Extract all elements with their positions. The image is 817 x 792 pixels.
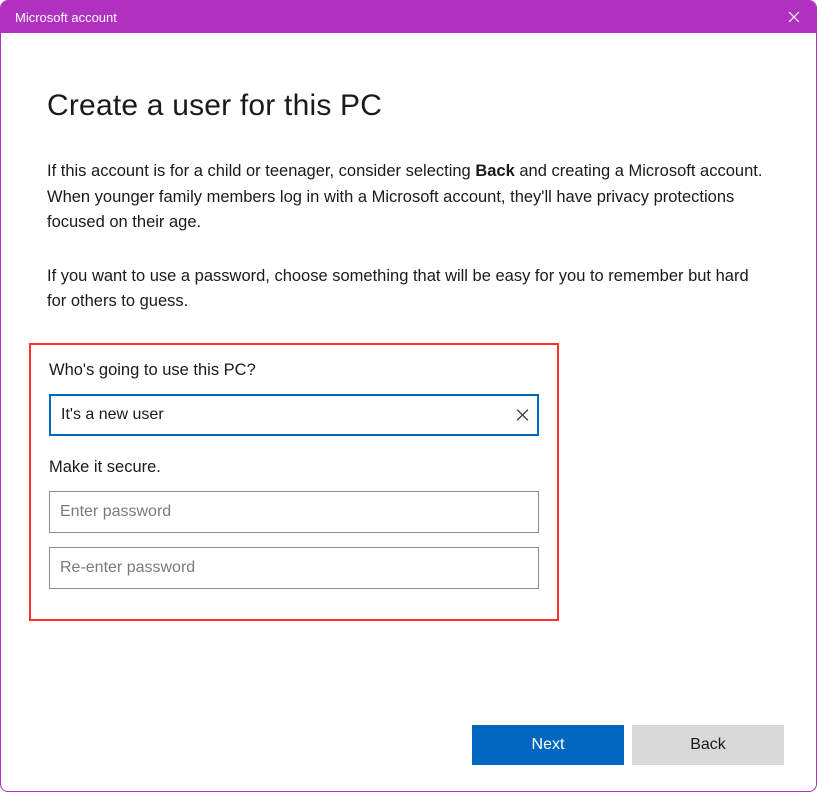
clear-input-icon[interactable]	[516, 408, 529, 421]
close-icon[interactable]	[786, 9, 802, 25]
back-button[interactable]: Back	[632, 725, 784, 765]
next-button[interactable]: Next	[472, 725, 624, 765]
window-title: Microsoft account	[15, 10, 117, 25]
intro-paragraph-1: If this account is for a child or teenag…	[47, 159, 770, 236]
window: Microsoft account Create a user for this…	[0, 0, 817, 792]
form-highlight-box: Who's going to use this PC? Make it secu…	[29, 343, 559, 621]
secure-label: Make it secure.	[49, 458, 539, 477]
page-title: Create a user for this PC	[47, 89, 770, 123]
username-label: Who's going to use this PC?	[49, 361, 539, 380]
password-input[interactable]	[49, 491, 539, 533]
titlebar: Microsoft account	[1, 1, 816, 33]
username-input-wrap	[49, 394, 539, 436]
username-input[interactable]	[49, 394, 539, 436]
intro-paragraph-2: If you want to use a password, choose so…	[47, 264, 770, 315]
content-area: Create a user for this PC If this accoun…	[1, 33, 816, 621]
intro-paragraph-1-bold: Back	[475, 162, 514, 180]
password-confirm-input[interactable]	[49, 547, 539, 589]
footer-buttons: Next Back	[472, 725, 784, 765]
intro-paragraph-1-pre: If this account is for a child or teenag…	[47, 162, 475, 180]
